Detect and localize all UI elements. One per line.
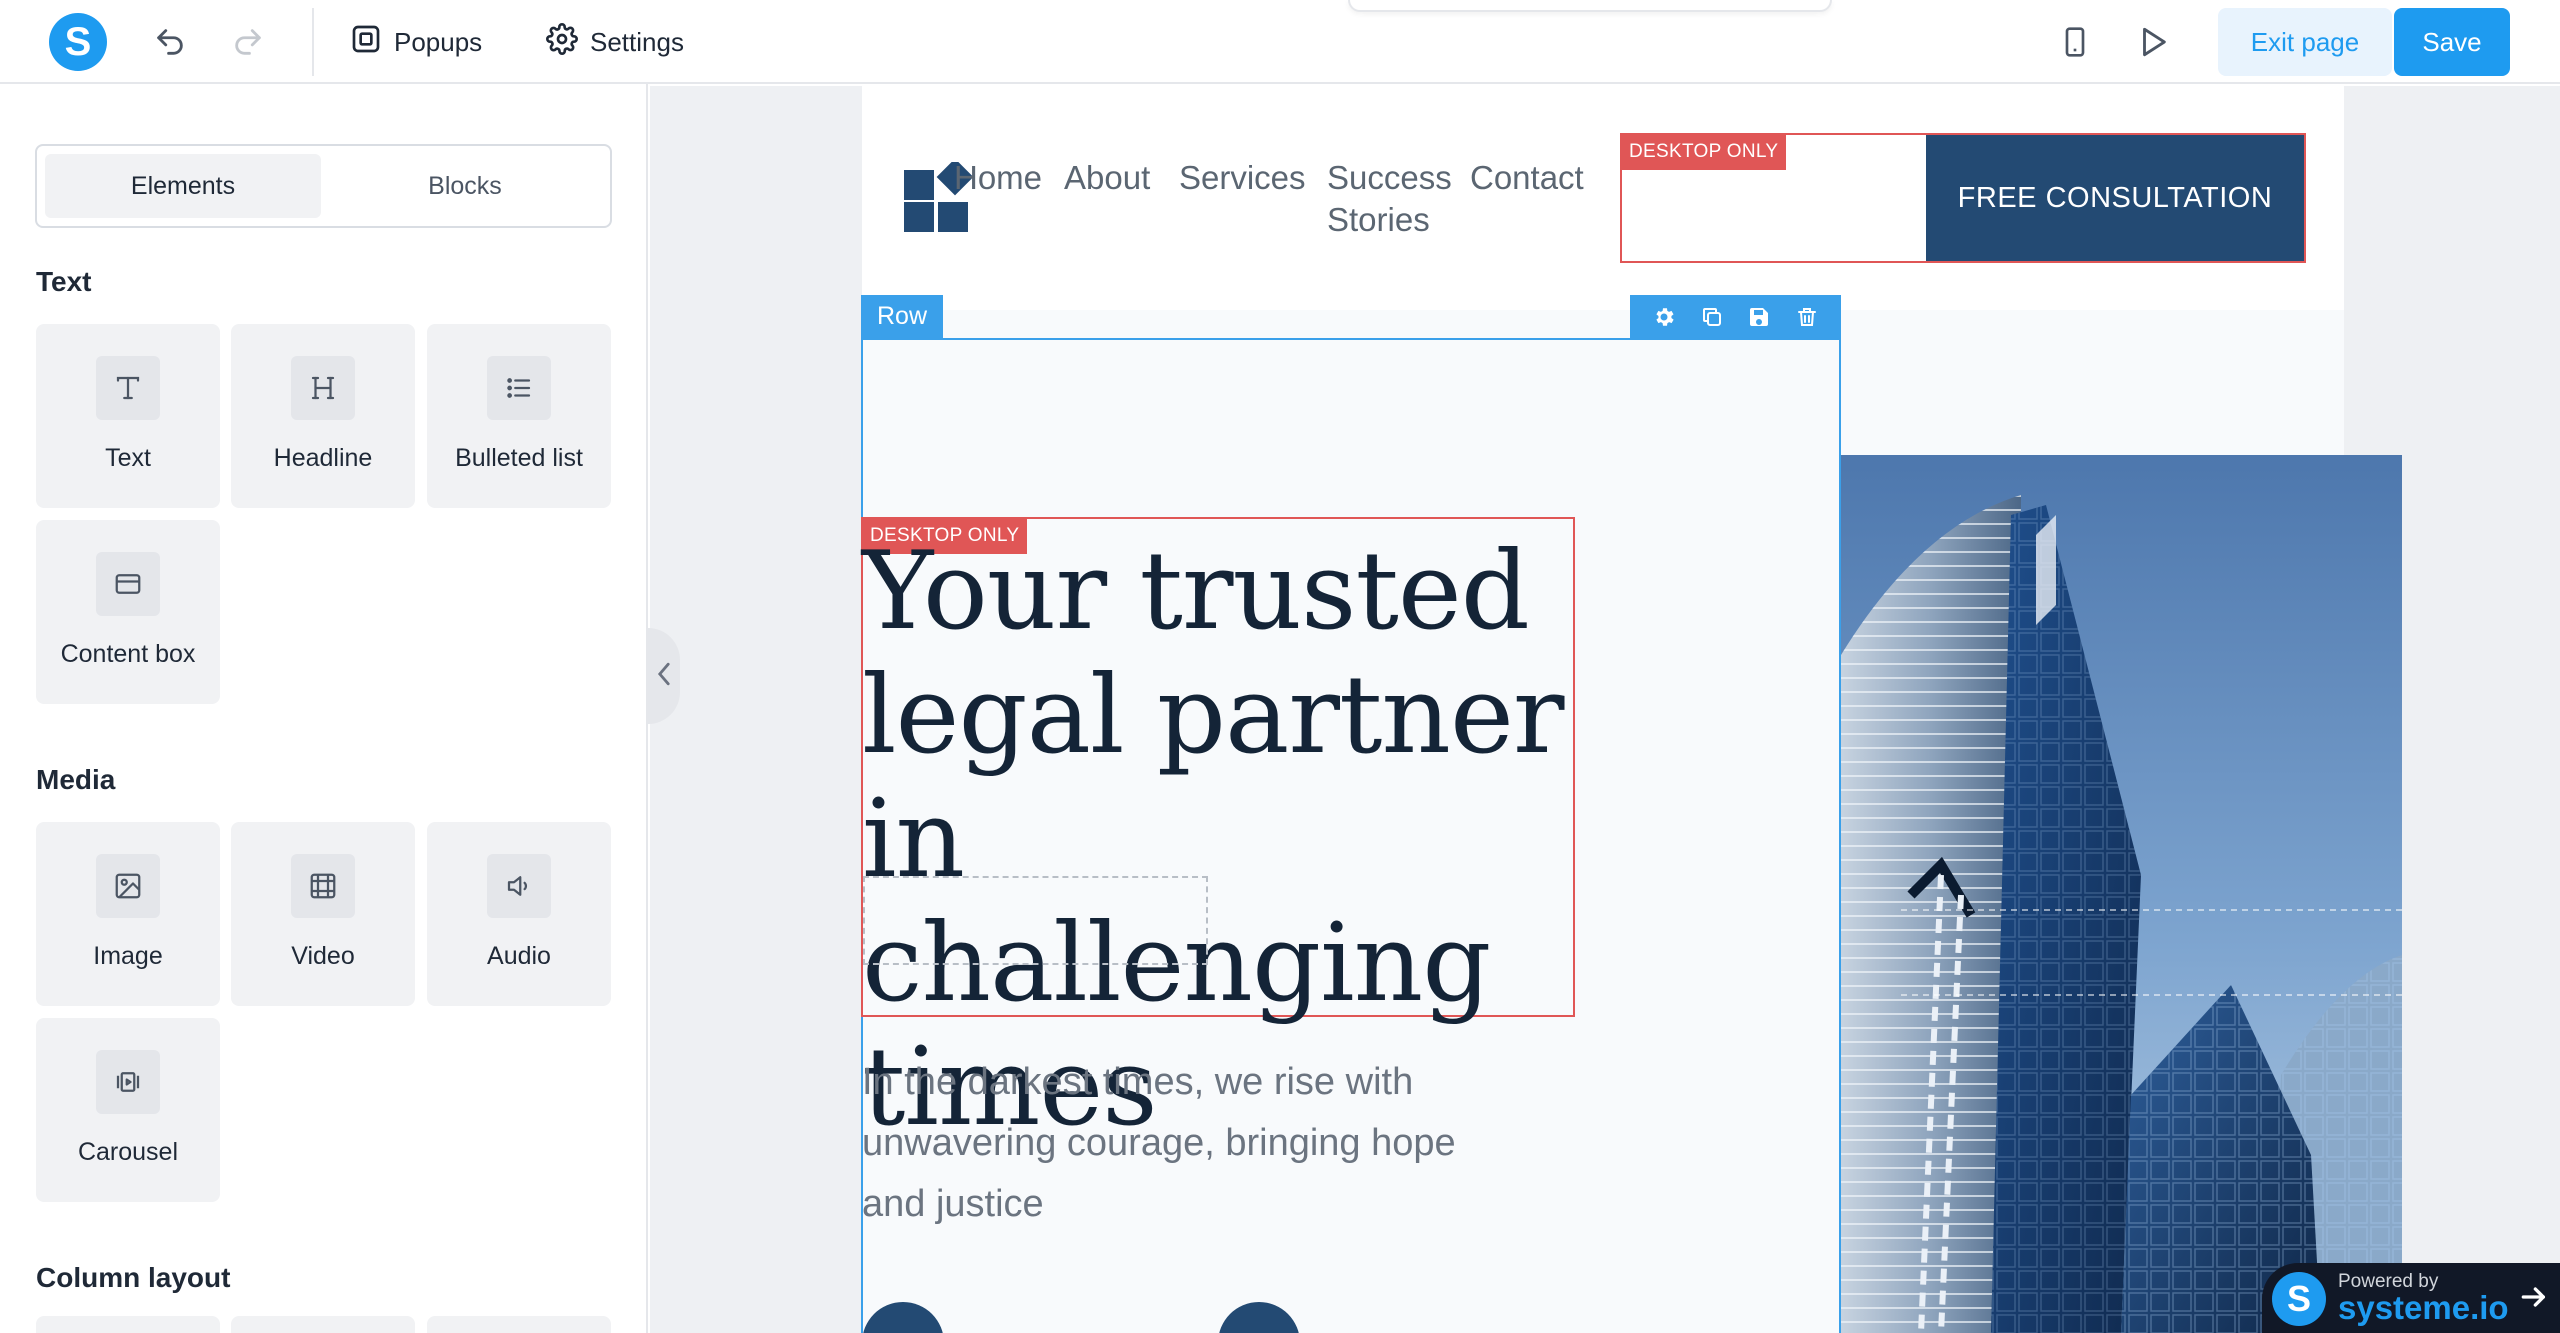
top-toolbar: S Popups Settings Exit page Save	[0, 0, 2560, 84]
section-title-media: Media	[36, 764, 116, 795]
image-icon	[96, 854, 160, 918]
headline-line: Your trusted	[862, 529, 1530, 654]
systeme-logo[interactable]: S	[49, 13, 107, 71]
element-tile-carousel[interactable]: Carousel	[36, 1018, 220, 1202]
save-block-icon[interactable]	[1744, 302, 1774, 332]
popups-icon	[350, 23, 382, 62]
element-tile-label: Image	[93, 942, 163, 970]
content-box-icon	[96, 552, 160, 616]
video-icon	[291, 854, 355, 918]
free-consultation-button[interactable]: FREE CONSULTATION	[1926, 135, 2304, 261]
redo-icon[interactable]	[228, 22, 268, 62]
subtext-line: and justice	[862, 1183, 1044, 1225]
section-title-column-layout: Column layout	[36, 1262, 231, 1293]
element-tile-label: Headline	[273, 444, 373, 472]
popups-label: Popups	[394, 26, 483, 57]
element-tile-headline[interactable]: Headline	[231, 324, 415, 508]
powered-by-badge[interactable]: S Powered by systeme.io	[2262, 1263, 2560, 1333]
gear-icon[interactable]	[1649, 302, 1679, 332]
mobile-view-icon[interactable]	[2055, 22, 2095, 62]
chevron-left-icon	[654, 660, 674, 693]
toolbar-divider	[312, 8, 314, 76]
settings-button[interactable]: Settings	[546, 20, 684, 64]
play-preview-icon[interactable]	[2133, 22, 2173, 62]
row-label-tag[interactable]: Row	[861, 295, 943, 338]
duplicate-icon[interactable]	[1697, 302, 1727, 332]
nav-link-success[interactable]: Success	[1327, 156, 1452, 200]
element-tile-image[interactable]: Image	[36, 822, 220, 1006]
element-tile-video[interactable]: Video	[231, 822, 415, 1006]
desktop-only-badge: DESKTOP ONLY	[1621, 134, 1787, 170]
hero-image[interactable]	[1841, 455, 2402, 1333]
element-tile-label: Content box	[60, 640, 196, 668]
column-layout-tile[interactable]	[231, 1316, 415, 1333]
nav-link-home[interactable]: Home	[954, 156, 1042, 200]
subtext-line: unwavering courage, bringing hope	[862, 1122, 1456, 1164]
elements-sidebar: Elements Blocks Text Text Headline Bulle…	[0, 84, 648, 1333]
nav-link-services[interactable]: Services	[1179, 156, 1306, 200]
sidebar-tab-switch: Elements Blocks	[35, 144, 612, 228]
row-toolbar	[1630, 295, 1841, 338]
element-tile-label: Bulleted list	[455, 444, 583, 472]
tab-blocks[interactable]: Blocks	[327, 154, 603, 218]
bulleted-list-icon	[487, 356, 551, 420]
exit-page-button[interactable]: Exit page	[2218, 8, 2392, 76]
element-tile-bulleted-list[interactable]: Bulleted list	[427, 324, 611, 508]
element-tile-label: Audio	[487, 942, 551, 970]
element-tile-label: Video	[291, 942, 355, 970]
element-tile-audio[interactable]: Audio	[427, 822, 611, 1006]
top-notch	[1348, 0, 1832, 12]
headline-line: legal partner	[862, 653, 1565, 778]
element-tile-label: Text	[105, 444, 151, 472]
carousel-icon	[96, 1050, 160, 1114]
popups-button[interactable]: Popups	[350, 20, 482, 64]
element-tile-label: Carousel	[77, 1138, 179, 1166]
tab-elements[interactable]: Elements	[45, 154, 321, 218]
trash-icon[interactable]	[1792, 302, 1822, 332]
element-tile-content-box[interactable]: Content box	[36, 520, 220, 704]
column-layout-tile[interactable]	[427, 1316, 611, 1333]
element-tile-text[interactable]: Text	[36, 324, 220, 508]
nav-link-contact[interactable]: Contact	[1470, 156, 1584, 200]
gear-icon	[546, 22, 578, 62]
arrow-right-icon	[2518, 1281, 2550, 1318]
text-icon	[96, 356, 160, 420]
nav-link-about[interactable]: About	[1064, 156, 1150, 200]
undo-icon[interactable]	[150, 22, 190, 62]
column-layout-tile[interactable]	[36, 1316, 220, 1333]
systeme-logo: S	[2272, 1272, 2326, 1326]
section-title-text: Text	[36, 266, 92, 297]
subtext-line: In the darkest times, we rise with	[862, 1061, 1414, 1103]
nav-link-stories[interactable]: Stories	[1327, 198, 1430, 242]
save-button[interactable]: Save	[2394, 8, 2510, 76]
headline-icon	[291, 356, 355, 420]
settings-label: Settings	[590, 26, 684, 57]
speaker-icon	[487, 854, 551, 918]
drop-placeholder	[863, 876, 1208, 965]
hero-subtext[interactable]: In the darkest times, we rise with unwav…	[862, 1052, 1562, 1235]
powered-by-name: systeme.io	[2338, 1289, 2509, 1326]
